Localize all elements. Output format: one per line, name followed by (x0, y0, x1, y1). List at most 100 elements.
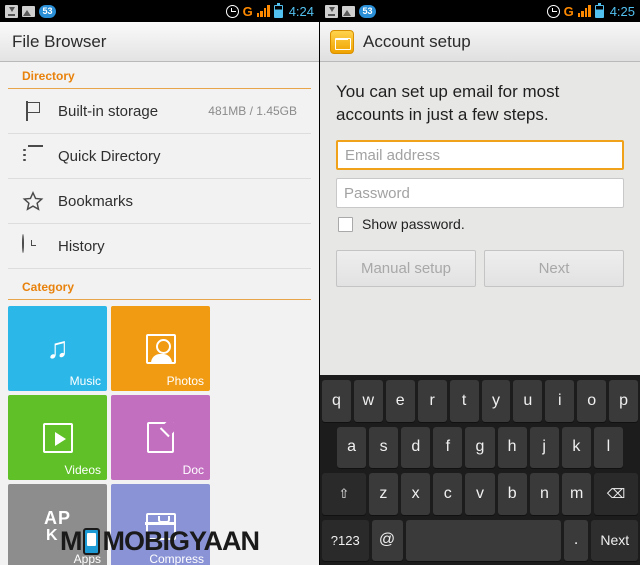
battery-icon (273, 2, 283, 18)
list-item-bookmarks[interactable]: Bookmarks (8, 179, 311, 224)
key-h[interactable]: h (497, 426, 527, 468)
tile-label: Music (69, 374, 101, 388)
watermark: M MOBIGYAAN (0, 526, 319, 557)
key-z[interactable]: z (368, 473, 398, 515)
key-x[interactable]: x (401, 473, 431, 515)
email-app-icon (330, 29, 354, 54)
document-icon (147, 422, 174, 453)
page-title: File Browser (12, 31, 107, 51)
key-f[interactable]: f (433, 426, 463, 468)
watermark-text-left: M (59, 526, 82, 556)
list-item-built-in-storage[interactable]: Built-in storage 481MB / 1.45GB (8, 89, 311, 134)
key-d[interactable]: d (401, 426, 431, 468)
setup-instructions: You can set up email for most accounts i… (336, 82, 560, 124)
category-tile-doc[interactable]: Doc (111, 395, 210, 480)
notification-count-badge: 53 (39, 4, 56, 18)
key-m[interactable]: m (562, 473, 592, 515)
network-type-label: G (563, 3, 574, 19)
key-l[interactable]: l (593, 426, 623, 468)
at-key[interactable]: @ (371, 519, 403, 561)
status-bar-left: 53 G 4:24 (0, 0, 319, 22)
key-a[interactable]: a (337, 426, 367, 468)
keyboard-row-3: ⇧ z x c v b n m ⌫ (322, 473, 639, 515)
app-bar-account-setup: Account setup (320, 22, 640, 62)
period-key[interactable]: . (563, 519, 589, 561)
list-icon (22, 145, 44, 167)
on-screen-keyboard: q w e r t y u i o p a s d f g h j k l ⇧ … (320, 375, 640, 565)
key-y[interactable]: y (481, 380, 511, 422)
history-clock-icon (22, 234, 44, 257)
key-b[interactable]: b (497, 473, 527, 515)
app-bar-file-browser: File Browser (0, 22, 319, 62)
status-bar-right: 53 G 4:25 (320, 0, 640, 22)
list-item-label: Bookmarks (58, 192, 134, 210)
status-bar-clock: 4:24 (288, 3, 314, 19)
dual-screenshot: 53 G 4:24 File Browser Directory Built-i… (0, 0, 640, 565)
key-i[interactable]: i (545, 380, 575, 422)
section-header-category: Category (8, 273, 311, 300)
list-item-quick-directory[interactable]: Quick Directory (8, 134, 311, 179)
show-password-checkbox[interactable] (338, 216, 353, 232)
enter-next-key[interactable]: Next (591, 519, 638, 561)
key-q[interactable]: q (321, 380, 351, 422)
photo-icon (22, 5, 35, 17)
file-browser-screen: 53 G 4:24 File Browser Directory Built-i… (0, 0, 320, 565)
password-field[interactable]: Password (336, 178, 624, 208)
download-icon (325, 4, 338, 18)
notification-count-badge: 53 (359, 4, 376, 18)
account-setup-form: You can set up email for most accounts i… (320, 62, 640, 287)
page-title: Account setup (363, 31, 471, 51)
storage-usage-text: 481MB / 1.45GB (208, 104, 297, 118)
next-button[interactable]: Next (484, 250, 624, 287)
key-t[interactable]: t (449, 380, 479, 422)
space-key[interactable] (405, 519, 561, 561)
list-item-label: Quick Directory (58, 147, 161, 165)
key-g[interactable]: g (465, 426, 495, 468)
status-bar-notifications: 53 (325, 4, 376, 18)
keyboard-row-1: q w e r t y u i o p (321, 380, 639, 422)
list-item-history[interactable]: History (8, 224, 311, 269)
photo-icon (342, 5, 355, 17)
key-s[interactable]: s (369, 426, 399, 468)
show-password-row[interactable]: Show password. (338, 216, 624, 232)
category-tile-videos[interactable]: Videos (8, 395, 107, 480)
key-o[interactable]: o (577, 380, 607, 422)
list-item-label: Built-in storage (58, 102, 159, 120)
signal-bars-icon (577, 5, 591, 17)
manual-setup-button[interactable]: Manual setup (336, 250, 476, 287)
key-k[interactable]: k (561, 426, 591, 468)
key-j[interactable]: j (529, 426, 559, 468)
email-field[interactable]: Email address (336, 140, 624, 170)
key-p[interactable]: p (609, 380, 639, 422)
key-w[interactable]: w (353, 380, 383, 422)
network-type-label: G (242, 3, 253, 19)
key-c[interactable]: c (433, 473, 463, 515)
star-icon (22, 190, 44, 212)
status-bar-system: G 4:24 (225, 2, 314, 19)
tile-label: Videos (64, 463, 101, 477)
alarm-clock-icon (546, 4, 560, 18)
download-icon (5, 4, 18, 18)
show-password-label: Show password. (362, 216, 465, 232)
key-r[interactable]: r (417, 380, 447, 422)
video-play-icon (42, 422, 73, 453)
symbols-key[interactable]: ?123 (322, 519, 369, 561)
key-n[interactable]: n (529, 473, 560, 515)
key-v[interactable]: v (465, 473, 495, 515)
category-tile-music[interactable]: ♫ Music (8, 306, 107, 391)
storage-flag-icon (22, 100, 44, 122)
status-bar-notifications: 53 (5, 4, 56, 18)
backspace-key[interactable]: ⌫ (594, 473, 639, 515)
signal-bars-icon (256, 5, 270, 17)
tile-label: Photos (166, 374, 204, 388)
email-field-placeholder: Email address (345, 146, 441, 164)
shift-key[interactable]: ⇧ (322, 473, 366, 515)
category-tile-photos[interactable]: Photos (111, 306, 210, 391)
key-u[interactable]: u (513, 380, 543, 422)
section-header-directory: Directory (8, 62, 311, 89)
battery-icon (594, 2, 604, 18)
key-e[interactable]: e (385, 380, 415, 422)
status-bar-system: G 4:25 (546, 2, 635, 19)
account-setup-screen: 53 G 4:25 Account setup You can set up e… (320, 0, 640, 565)
photo-portrait-icon (145, 333, 176, 364)
